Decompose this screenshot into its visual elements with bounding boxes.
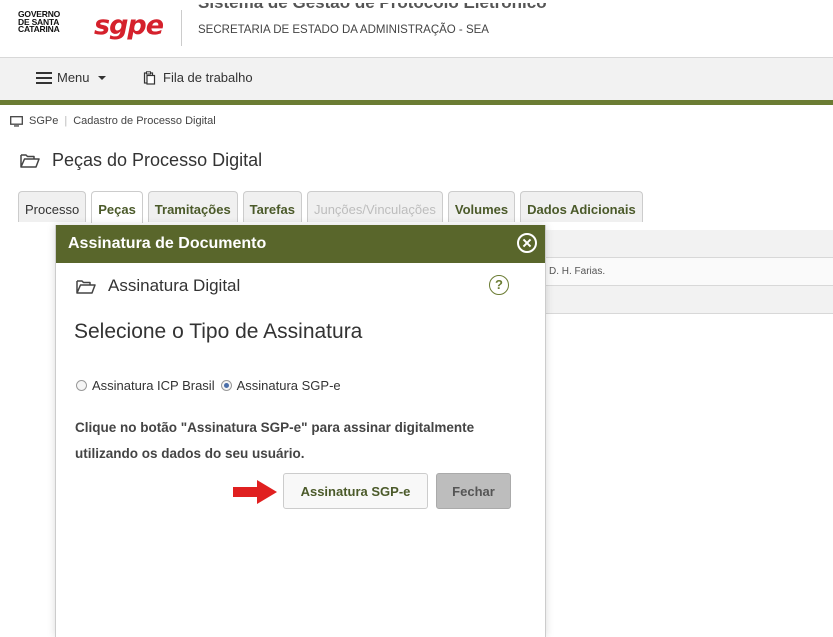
breadcrumb-separator: |	[64, 115, 68, 127]
radio-sgpe[interactable]	[220, 380, 232, 391]
work-queue-label: Fila de trabalho	[163, 70, 253, 85]
table-cell-author: D. H. Farias.	[549, 266, 606, 277]
dialog-subtitle: Assinatura Digital	[76, 276, 240, 296]
menu-label: Menu	[57, 70, 90, 85]
page-title-text: Peças do Processo Digital	[52, 150, 263, 170]
folder-open-icon	[20, 154, 40, 168]
system-title: Sistema de Gestão de Protocolo Eletrônic…	[198, 3, 547, 14]
radio-sgpe-label[interactable]: Assinatura SGP-e	[237, 378, 341, 393]
main-navbar: Menu Fila de trabalho	[0, 58, 833, 105]
dialog-subtitle-text: Assinatura Digital	[108, 276, 241, 295]
breadcrumb-root[interactable]: SGPe	[29, 115, 58, 127]
instruction-text: Clique no botão "Assinatura SGP-e" para …	[75, 420, 475, 461]
process-tabs: Processo Peças Tramitações Tarefas Junçõ…	[18, 191, 643, 223]
signature-type-heading: Selecione o Tipo de Assinatura	[74, 320, 363, 343]
close-button[interactable]: Fechar	[436, 473, 511, 509]
government-logo: GOVERNO DE SANTA CATARINA	[18, 9, 61, 34]
folder-open-icon	[76, 279, 96, 294]
question-circle-icon[interactable]: ?	[489, 275, 509, 295]
dialog-header: Assinatura de Documento	[56, 225, 545, 263]
menu-button[interactable]: Menu	[36, 70, 106, 85]
close-circle-icon[interactable]	[517, 233, 537, 253]
header-divider	[181, 10, 182, 46]
signature-type-options: Assinatura ICP Brasil Assinatura SGP-e	[76, 378, 347, 393]
tab-processo[interactable]: Processo	[18, 191, 87, 222]
system-subtitle: SECRETARIA DE ESTADO DA ADMINISTRAÇÃO - …	[198, 24, 489, 36]
dialog-title: Assinatura de Documento	[68, 235, 267, 252]
tab-tarefas[interactable]: Tarefas	[242, 191, 302, 222]
clipboard-icon	[143, 70, 156, 85]
breadcrumb-current: Cadastro de Processo Digital	[73, 115, 216, 127]
tab-juncoes-vinculacoes: Junções/Vinculações	[306, 191, 443, 222]
table-row	[540, 286, 833, 314]
radio-icp-brasil-label[interactable]: Assinatura ICP Brasil	[92, 378, 215, 393]
documents-table: D. H. Farias.	[540, 230, 833, 314]
sign-sgpe-button[interactable]: Assinatura SGP-e	[283, 473, 428, 509]
tab-dados-adicionais[interactable]: Dados Adicionais	[520, 191, 643, 222]
app-header: GOVERNO DE SANTA CATARINA sgpe Sistema d…	[0, 0, 833, 58]
red-arrow-icon	[233, 480, 277, 504]
radio-icp-brasil[interactable]	[76, 380, 87, 391]
tab-volumes[interactable]: Volumes	[447, 191, 516, 222]
table-header-row	[540, 230, 833, 258]
tab-pecas[interactable]: Peças	[91, 191, 143, 223]
caret-down-icon	[97, 75, 106, 80]
page-title: Peças do Processo Digital	[20, 150, 262, 171]
work-queue-link[interactable]: Fila de trabalho	[143, 70, 253, 85]
breadcrumb: SGPe | Cadastro de Processo Digital	[10, 115, 216, 127]
monitor-icon	[10, 115, 23, 127]
signature-dialog: Assinatura de Documento Assinatura Digit…	[55, 225, 546, 637]
hamburger-icon	[36, 71, 52, 84]
table-row[interactable]: D. H. Farias.	[540, 258, 833, 286]
tab-tramitacoes[interactable]: Tramitações	[147, 191, 238, 222]
sgpe-logo: sgpe	[94, 10, 164, 41]
